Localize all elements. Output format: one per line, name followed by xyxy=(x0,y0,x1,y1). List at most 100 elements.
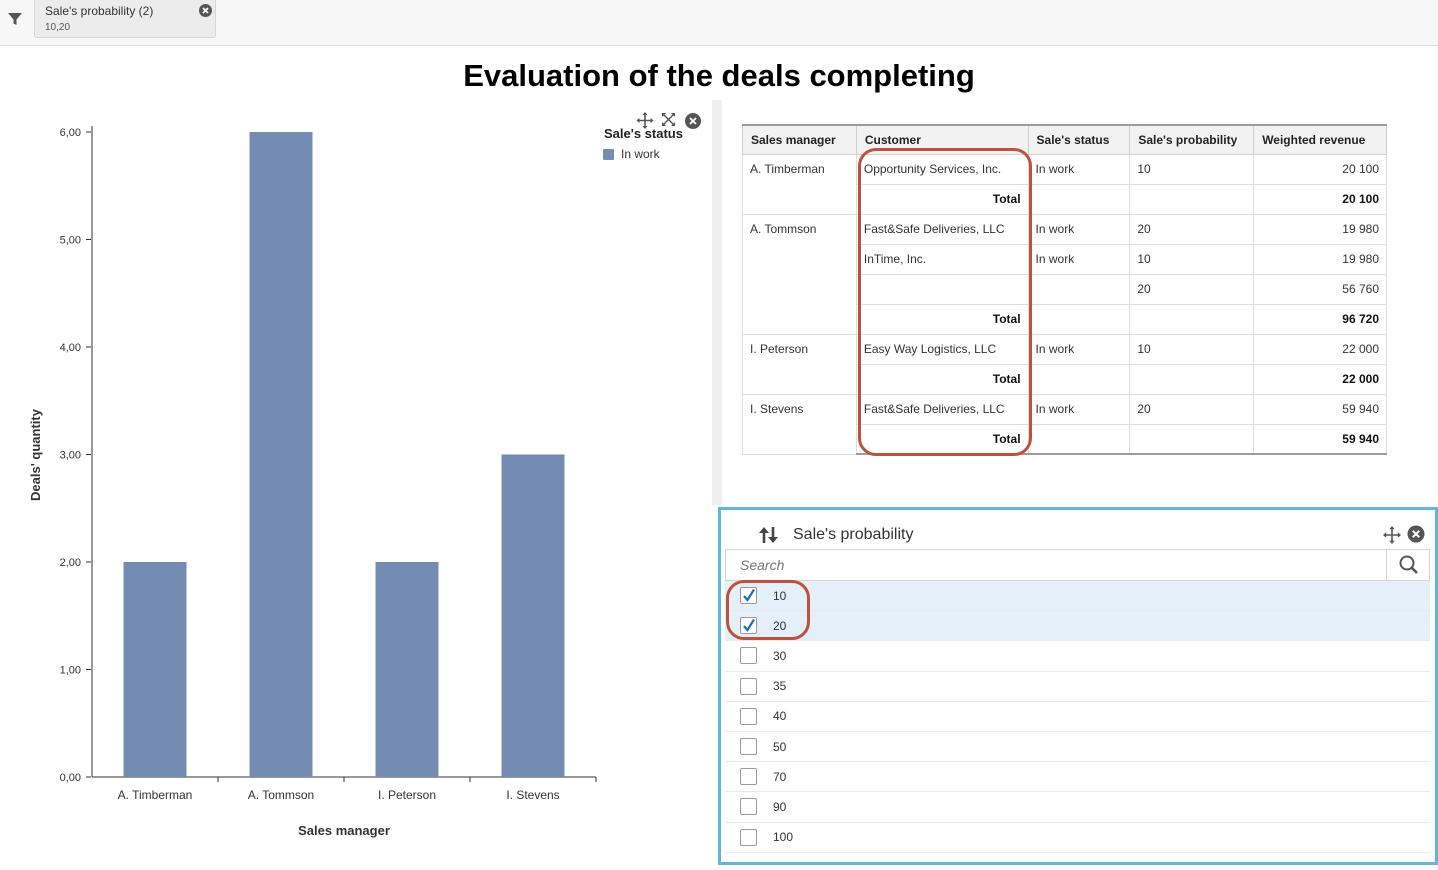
cell-sales-status xyxy=(1027,273,1131,305)
cell-sales-probability: 20 xyxy=(1129,213,1255,245)
total-empty xyxy=(1129,303,1255,335)
filter-option-label: 30 xyxy=(773,648,787,663)
filter-panel-header: Sale's probability xyxy=(726,512,1431,550)
total-empty xyxy=(1027,363,1131,395)
cell-sales-probability: 20 xyxy=(1129,393,1255,425)
x-tick-label: I. Stevens xyxy=(506,788,559,802)
y-axis-title: Deals' quantity xyxy=(28,408,43,501)
x-tick-label: A. Tommson xyxy=(248,788,314,802)
check-icon xyxy=(743,589,755,602)
table-row: I. Stevens Fast&Safe Deliveries, LLC In wo… xyxy=(742,393,1387,455)
bar-i-peterson[interactable] xyxy=(375,562,439,777)
panel-divider xyxy=(712,100,722,505)
total-label: Total xyxy=(855,423,1029,455)
check-icon xyxy=(743,619,755,633)
search-input[interactable] xyxy=(726,550,1386,580)
filter-option-label: 35 xyxy=(773,679,787,694)
chip-value: 10,20 xyxy=(45,22,71,33)
search-icon xyxy=(1399,555,1418,574)
filter-option-label: 90 xyxy=(773,799,787,814)
filter-option-20[interactable]: 20 xyxy=(725,611,1430,642)
filter-option-label: 20 xyxy=(773,618,787,633)
header-weighted-revenue[interactable]: Weighted revenue xyxy=(1253,124,1387,155)
filter-panel-title: Sale's probability xyxy=(793,526,914,543)
total-value: 96 720 xyxy=(1253,303,1387,335)
table-row: A. Tommson Fast&Safe Deliveries, LLC In wo… xyxy=(742,213,1387,335)
checkbox[interactable] xyxy=(740,828,757,846)
total-empty xyxy=(1027,183,1131,215)
checkbox[interactable] xyxy=(740,738,757,756)
checkbox[interactable] xyxy=(740,798,757,816)
x-axis-title: Sales manager xyxy=(298,823,390,838)
cell-weighted-revenue: 19 980 xyxy=(1253,213,1387,245)
filter-option-100[interactable]: 100 xyxy=(725,823,1430,853)
total-value: 22 000 xyxy=(1253,363,1387,395)
cell-weighted-revenue: 56 760 xyxy=(1253,273,1387,305)
cell-weighted-revenue: 20 100 xyxy=(1253,153,1387,185)
close-icon[interactable] xyxy=(685,113,701,129)
cell-customer: Opportunity Services, Inc. xyxy=(855,153,1029,185)
legend-title: Sale's status xyxy=(604,126,683,141)
bar-i-stevens[interactable] xyxy=(501,454,565,778)
total-empty xyxy=(1027,423,1131,455)
total-label: Total xyxy=(855,183,1029,215)
filter-option-35[interactable]: 35 xyxy=(725,672,1430,702)
checkbox[interactable] xyxy=(740,587,757,605)
filter-option-40[interactable]: 40 xyxy=(725,702,1430,732)
total-value: 59 940 xyxy=(1253,423,1387,455)
total-label: Total xyxy=(855,363,1029,395)
legend-label: In work xyxy=(621,147,660,161)
header-sales-status[interactable]: Sale's status xyxy=(1027,124,1131,155)
table-row: A. Timberman Opportunity Services, Inc. In… xyxy=(742,153,1387,215)
legend-item: In work xyxy=(603,147,660,161)
expand-icon[interactable] xyxy=(662,113,675,126)
filter-option-70[interactable]: 70 xyxy=(725,762,1430,793)
close-icon[interactable] xyxy=(1407,525,1425,543)
option-list: 10 20 30 35 40 50 70 90 100 xyxy=(725,581,1430,853)
filter-option-90[interactable]: 90 xyxy=(725,792,1430,823)
filter-option-label: 100 xyxy=(773,830,794,845)
cell-customer: InTime, Inc. xyxy=(855,243,1029,275)
cell-sales-manager: A. Timberman xyxy=(742,153,857,215)
filter-option-50[interactable]: 50 xyxy=(725,732,1430,763)
checkbox[interactable] xyxy=(740,768,757,786)
checkbox[interactable] xyxy=(740,677,757,695)
cell-weighted-revenue: 22 000 xyxy=(1253,333,1387,365)
move-icon[interactable] xyxy=(1383,526,1401,544)
cell-sales-probability: 10 xyxy=(1129,243,1255,275)
filter-option-label: 10 xyxy=(773,588,787,603)
active-filter-chip[interactable]: Sale's probability (2) 10,20 xyxy=(34,0,216,38)
filter-bar: Sale's probability (2) 10,20 xyxy=(0,0,1438,46)
cell-customer: Easy Way Logistics, LLC xyxy=(855,333,1029,365)
cell-sales-probability: 20 xyxy=(1129,273,1255,305)
checkbox[interactable] xyxy=(740,617,757,635)
sort-icon[interactable] xyxy=(758,526,780,544)
page-title: Evaluation of the deals completing xyxy=(463,58,975,93)
search-button[interactable] xyxy=(1386,550,1430,580)
filter-icon[interactable] xyxy=(7,12,23,26)
cell-customer xyxy=(855,273,1029,305)
header-sales-manager[interactable]: Sales manager xyxy=(742,124,857,155)
y-tick-label: 3,00 xyxy=(60,450,81,462)
total-label: Total xyxy=(855,303,1029,335)
close-icon[interactable] xyxy=(199,4,212,17)
total-empty xyxy=(1027,303,1131,335)
cell-sales-status: In work xyxy=(1027,153,1131,185)
y-tick-label: 4,00 xyxy=(60,342,81,354)
header-sales-probability[interactable]: Sale's probability xyxy=(1129,124,1255,155)
y-tick-label: 6,00 xyxy=(60,127,81,139)
legend-swatch xyxy=(603,148,614,160)
bar-a-timberman[interactable] xyxy=(123,562,187,777)
filter-panel: Sale's probability 10 20 30 35 40 50 70 90 100 xyxy=(718,507,1438,865)
header-customer[interactable]: Customer xyxy=(855,124,1029,155)
checkbox[interactable] xyxy=(740,647,757,665)
y-tick-label: 5,00 xyxy=(60,235,81,247)
filter-option-10[interactable]: 10 xyxy=(725,581,1430,612)
checkbox[interactable] xyxy=(740,707,757,725)
filter-option-label: 70 xyxy=(773,769,787,784)
cell-weighted-revenue: 59 940 xyxy=(1253,393,1387,425)
filter-option-30[interactable]: 30 xyxy=(725,641,1430,672)
cell-customer: Fast&Safe Deliveries, LLC xyxy=(855,213,1029,245)
bar-a-tommson[interactable] xyxy=(249,132,313,777)
cell-sales-manager: A. Tommson xyxy=(742,213,857,335)
